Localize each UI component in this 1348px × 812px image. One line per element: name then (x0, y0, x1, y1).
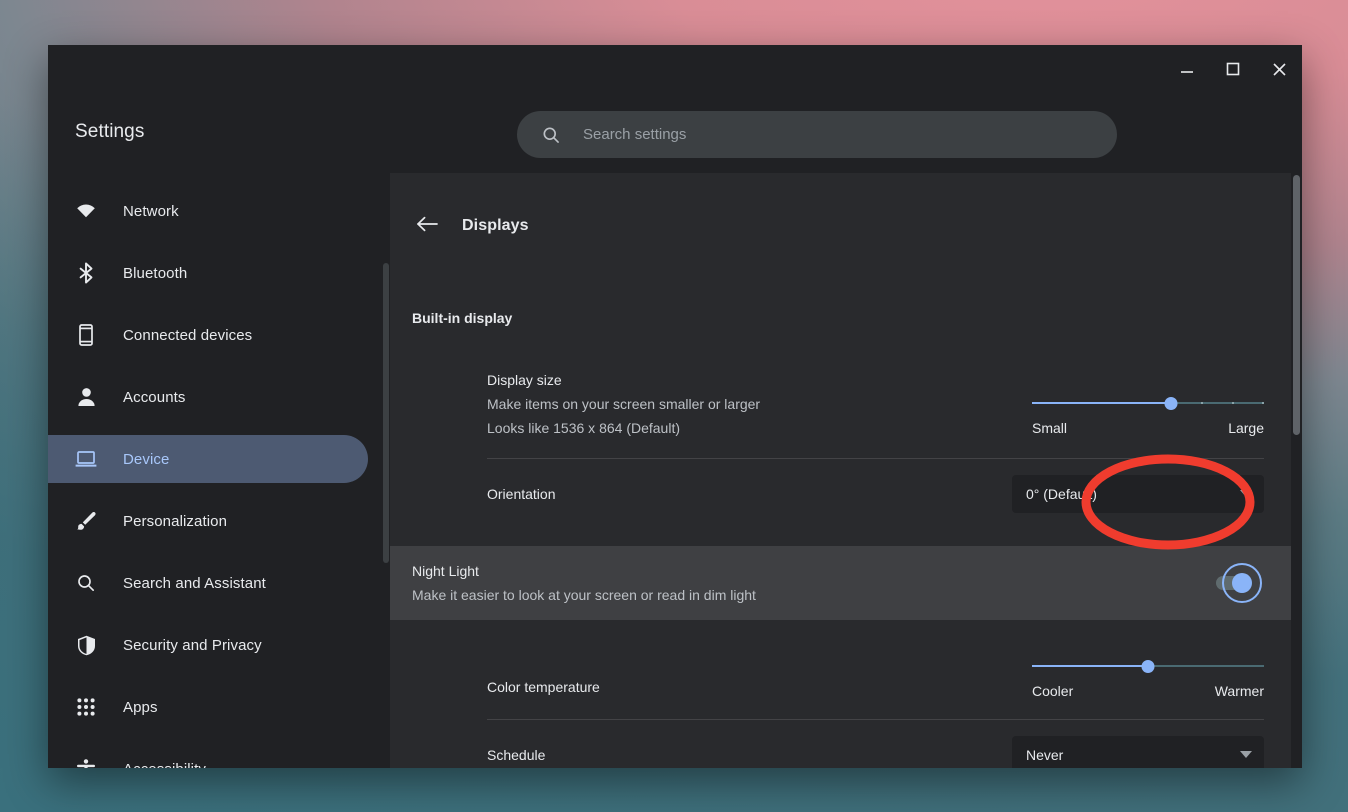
sidebar-item-label: Search and Assistant (123, 574, 266, 592)
search-icon (541, 125, 561, 145)
content-scrollbar[interactable] (1291, 173, 1302, 768)
search-input[interactable] (583, 111, 1117, 158)
color-temperature-label: Color temperature (487, 679, 600, 695)
display-size-min-label: Small (1032, 420, 1068, 436)
back-button[interactable] (412, 211, 442, 241)
night-light-subtitle: Make it easier to look at your screen or… (412, 587, 756, 603)
sidebar-item-bluetooth[interactable]: Bluetooth (48, 249, 368, 297)
orientation-label: Orientation (487, 486, 556, 502)
color-temperature-min-label: Cooler (1032, 683, 1074, 699)
sidebar-item-label: Network (123, 202, 179, 220)
sidebar-item-label: Bluetooth (123, 264, 188, 282)
sidebar-item-device[interactable]: Device (48, 435, 368, 483)
orientation-row: Orientation 0° (Default) (390, 458, 1291, 530)
sidebar-item-network[interactable]: Network (48, 187, 368, 235)
schedule-dropdown[interactable]: Never (1012, 736, 1264, 768)
display-size-detail: Looks like 1536 x 864 (Default) (487, 420, 680, 436)
page-title: Displays (462, 217, 529, 234)
sidebar-item-label: Device (123, 450, 170, 468)
slider-knob[interactable] (1141, 660, 1155, 673)
display-size-title: Display size (487, 372, 562, 388)
night-light-settings-card: Color temperature Cooler Warmer Schedule… (390, 636, 1291, 768)
orientation-dropdown[interactable]: 0° (Default) (1012, 475, 1264, 513)
sidebar-item-label: Security and Privacy (123, 636, 262, 654)
orientation-value: 0° (Default) (1026, 486, 1097, 502)
sidebar-item-accounts[interactable]: Accounts (48, 373, 368, 421)
slider-knob[interactable] (1164, 397, 1178, 410)
slider-fill (1032, 402, 1172, 404)
slider-fill (1032, 665, 1148, 667)
color-temperature-slider[interactable]: Cooler Warmer (1032, 658, 1264, 699)
sidebar-item-apps[interactable]: Apps (48, 683, 368, 731)
sidebar-scrollbar[interactable] (382, 173, 390, 768)
sidebar-item-accessibility[interactable]: Accessibility (48, 745, 368, 768)
sidebar-item-connected-devices[interactable]: Connected devices (48, 311, 368, 359)
content-scrollbar-thumb[interactable] (1293, 175, 1300, 435)
sidebar-item-label: Connected devices (123, 326, 253, 344)
displays-content-area: Displays Built-in display Display size M… (390, 173, 1302, 768)
bluetooth-icon (75, 262, 97, 284)
sidebar-item-search-and-assistant[interactable]: Search and Assistant (48, 559, 368, 607)
maximize-button[interactable] (1210, 45, 1256, 93)
sidebar-item-label: Accessibility (123, 761, 206, 769)
display-size-subtitle: Make items on your screen smaller or lar… (487, 396, 761, 412)
sidebar-item-label: Apps (123, 698, 158, 716)
section-heading-built-in-display: Built-in display (412, 310, 513, 326)
night-light-toggle[interactable] (1216, 563, 1262, 603)
sidebar-item-personalization[interactable]: Personalization (48, 497, 368, 545)
phone-icon (75, 324, 97, 346)
color-temperature-max-label: Warmer (1214, 683, 1264, 699)
schedule-label: Schedule (487, 747, 546, 763)
page-header: Displays (390, 173, 1291, 247)
search-icon (75, 573, 97, 593)
sidebar-item-label: Accounts (123, 388, 186, 406)
window-titlebar: Settings (48, 45, 1302, 173)
laptop-icon (75, 450, 97, 468)
close-button[interactable] (1256, 45, 1302, 93)
night-light-row[interactable]: Night Light Make it easier to look at yo… (390, 546, 1291, 620)
search-bar[interactable] (517, 111, 1117, 158)
minimize-button[interactable] (1164, 45, 1210, 93)
color-temperature-row: Color temperature Cooler Warmer (390, 636, 1291, 719)
accessibility-icon (75, 758, 97, 768)
schedule-value: Never (1026, 747, 1064, 763)
app-title: Settings (75, 121, 145, 142)
sidebar-scrollbar-thumb[interactable] (383, 263, 389, 563)
arrow-left-icon (416, 215, 438, 238)
night-light-title: Night Light (412, 563, 479, 579)
display-settings-card: Display size Make items on your screen s… (390, 346, 1291, 530)
grid-icon (75, 698, 97, 716)
display-size-slider[interactable]: Small Large (1032, 372, 1264, 436)
window-controls (1164, 45, 1302, 93)
sidebar-item-label: Personalization (123, 512, 228, 530)
wifi-icon (75, 203, 97, 219)
settings-sidebar: Network Bluetooth Connected devices Acco… (48, 173, 390, 768)
slider-ticks (1171, 402, 1264, 404)
brush-icon (75, 511, 97, 532)
display-size-row: Display size Make items on your screen s… (390, 346, 1291, 458)
sidebar-item-security-and-privacy[interactable]: Security and Privacy (48, 621, 368, 669)
toggle-focus-ring (1222, 563, 1262, 603)
schedule-row: Schedule Never (390, 719, 1291, 768)
display-size-max-label: Large (1228, 420, 1264, 436)
shield-icon (75, 635, 97, 656)
chevron-down-icon (1240, 490, 1252, 498)
settings-window: Settings Search settings Network Bluetoo… (48, 45, 1302, 768)
chevron-down-icon (1240, 751, 1252, 759)
person-icon (75, 387, 97, 407)
